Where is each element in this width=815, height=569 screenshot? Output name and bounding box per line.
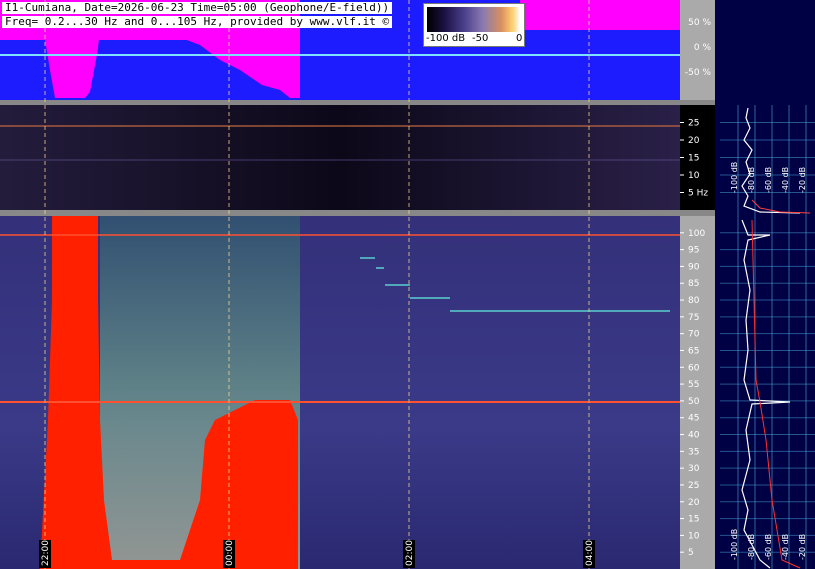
side-db-label: -40 dB [781, 534, 790, 560]
low-frequency-spectrogram [0, 105, 680, 210]
main-y-tick-label: 5 [688, 548, 694, 558]
side-db-label: -20 dB [798, 167, 807, 193]
low-y-tick-label: 10 [688, 171, 700, 181]
side-db-label: -100 dB [730, 162, 739, 193]
colorbar-label-max: 0 [516, 33, 523, 44]
amp-tick-50: 50 % [688, 18, 711, 28]
low-y-tick-label: 5 Hz [688, 189, 708, 199]
magenta-band-right [520, 0, 680, 30]
low-y-tick-label: 15 [688, 154, 699, 164]
low-y-tick-label: 20 [688, 136, 700, 146]
main-y-tick-label: 20 [688, 498, 700, 508]
main-y-tick-label: 100 [688, 229, 705, 239]
main-y-tick-label: 70 [688, 330, 700, 340]
header-line-1: I1-Cumiana, Date=2026-06-23 Time=05:00 (… [2, 2, 393, 14]
main-y-tick-label: 50 [688, 397, 700, 407]
main-y-tick-label: 15 [688, 515, 699, 525]
header-line-2: Freq= 0.2...30 Hz and 0...105 Hz, provid… [2, 16, 393, 28]
main-y-tick-label: 90 [688, 262, 700, 272]
amp-tick-0: 0 % [694, 43, 712, 53]
main-y-tick-label: 35 [688, 447, 699, 457]
side-db-label: -40 dB [781, 167, 790, 193]
main-y-tick-label: 85 [688, 279, 699, 289]
vlf-spectrogram-window: { "header": { "line1": "I1-Cumiana, Date… [0, 0, 815, 569]
main-y-tick-label: 25 [688, 481, 699, 491]
panel-separator-2 [0, 210, 715, 216]
low-y-tick-label: 25 [688, 119, 699, 129]
side-db-label: -60 dB [764, 534, 773, 560]
main-y-tick-label: 75 [688, 313, 699, 323]
panel-separator-1 [0, 100, 715, 105]
colorbar-gradient [427, 7, 520, 32]
main-y-tick-label: 80 [688, 296, 700, 306]
side-db-label: -60 dB [764, 167, 773, 193]
spectrogram-canvas: 50 % 0 % -50 % 1009590858075706560555045… [0, 0, 815, 569]
main-y-tick-label: 45 [688, 414, 699, 424]
main-y-tick-label: 65 [688, 346, 699, 356]
main-y-tick-label: 95 [688, 246, 699, 256]
colorbar-label-mid: -50 [472, 33, 489, 44]
time-tick-label: 04:00 [585, 540, 595, 566]
time-tick-label: 00:00 [225, 540, 235, 566]
colorbar-label-min: -100 dB [426, 33, 466, 44]
main-y-tick-label: 40 [688, 431, 700, 441]
main-y-tick-label: 30 [688, 464, 700, 474]
time-tick-label: 22:00 [41, 540, 51, 566]
low-y-ticks: 25 20 15 10 5 Hz [680, 119, 708, 199]
red-saturated-region-2 [52, 216, 98, 569]
colorbar: -100 dB -50 0 [423, 3, 525, 47]
time-tick-label: 02:00 [405, 540, 415, 566]
amp-tick-minus50: -50 % [685, 68, 712, 78]
side-panel-background [715, 0, 815, 569]
main-y-tick-label: 10 [688, 531, 700, 541]
side-db-label: -100 dB [730, 529, 739, 560]
main-y-tick-label: 60 [688, 363, 700, 373]
main-y-tick-label: 55 [688, 380, 699, 390]
side-db-label: -20 dB [798, 534, 807, 560]
